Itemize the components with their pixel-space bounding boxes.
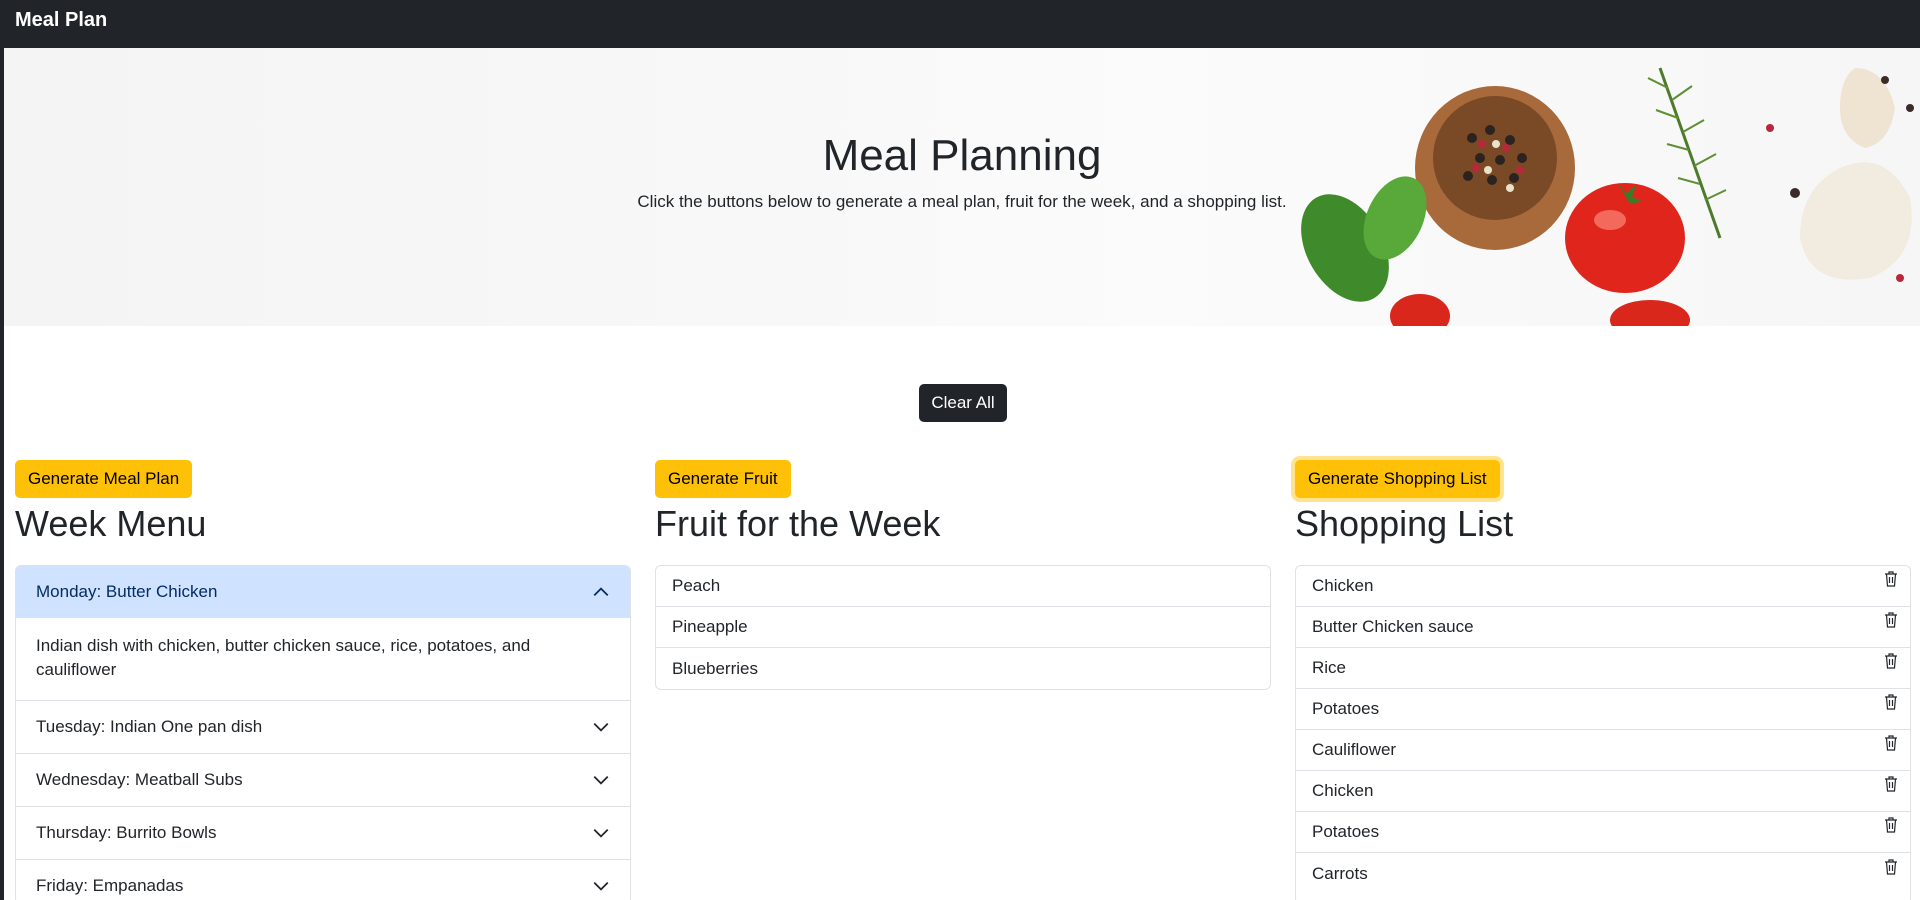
- accordion-item-friday: Friday: Empanadas: [16, 860, 630, 900]
- navbar-brand[interactable]: Meal Plan: [15, 9, 107, 32]
- accordion-header-friday[interactable]: Friday: Empanadas: [16, 860, 630, 900]
- navbar: Meal Plan: [0, 0, 1920, 48]
- trash-icon[interactable]: [1884, 612, 1898, 628]
- shopping-item-label: Chicken: [1312, 576, 1374, 595]
- list-item: Potatoes: [1296, 689, 1910, 730]
- fruit-item-label: Peach: [672, 576, 721, 595]
- list-item: Pineapple: [656, 607, 1270, 648]
- trash-icon[interactable]: [1884, 776, 1898, 792]
- trash-icon[interactable]: [1884, 694, 1898, 710]
- accordion-header-tuesday[interactable]: Tuesday: Indian One pan dish: [16, 701, 630, 753]
- accordion-header-thursday[interactable]: Thursday: Burrito Bowls: [16, 807, 630, 859]
- accordion-label: Thursday: Burrito Bowls: [36, 823, 217, 842]
- list-item: Cauliflower: [1296, 730, 1910, 771]
- chevron-up-icon: [593, 587, 609, 597]
- shopping-item-label: Butter Chicken sauce: [1312, 617, 1474, 636]
- page-subtitle: Click the buttons below to generate a me…: [637, 192, 1287, 211]
- generate-fruit-button[interactable]: Generate Fruit: [655, 460, 791, 498]
- accordion-item-wednesday: Wednesday: Meatball Subs: [16, 754, 630, 807]
- fruit-item-label: Pineapple: [672, 617, 748, 636]
- shopping-item-label: Potatoes: [1312, 822, 1380, 841]
- accordion-label: Tuesday: Indian One pan dish: [36, 717, 263, 736]
- shopping-item-label: Chicken: [1312, 781, 1374, 800]
- accordion-item-thursday: Thursday: Burrito Bowls: [16, 807, 630, 860]
- clear-all-button[interactable]: Clear All: [919, 384, 1007, 422]
- week-menu-title: Week Menu: [15, 503, 207, 544]
- accordion-label: Monday: Butter Chicken: [36, 582, 218, 601]
- chevron-down-icon: [593, 828, 609, 838]
- accordion-label: Friday: Empanadas: [36, 876, 184, 895]
- list-item: Chicken: [1296, 771, 1910, 812]
- list-item: Chicken: [1296, 566, 1910, 607]
- list-item: Potatoes: [1296, 812, 1910, 853]
- hero-food-image: [1301, 67, 1914, 326]
- generate-meal-plan-button[interactable]: Generate Meal Plan: [15, 460, 193, 498]
- week-menu-accordion: Monday: Butter Chicken Indian dish with …: [15, 565, 631, 900]
- fruit-title: Fruit for the Week: [655, 503, 941, 544]
- chevron-down-icon: [593, 722, 609, 732]
- list-item: Peach: [656, 566, 1270, 607]
- shopping-list: Chicken Butter Chicken sauce Rice Potato…: [1295, 565, 1911, 900]
- shopping-item-label: Cauliflower: [1312, 740, 1397, 759]
- shopping-list-title: Shopping List: [1295, 503, 1514, 544]
- trash-icon[interactable]: [1884, 858, 1898, 875]
- page-title: Meal Planning: [822, 131, 1102, 180]
- trash-icon[interactable]: [1884, 735, 1898, 751]
- trash-icon[interactable]: [1884, 817, 1898, 833]
- trash-icon[interactable]: [1884, 653, 1898, 669]
- shopping-item-label: Carrots: [1312, 863, 1368, 883]
- fruit-list: Peach Pineapple Blueberries: [655, 565, 1271, 690]
- accordion-item-tuesday: Tuesday: Indian One pan dish: [16, 701, 630, 754]
- shopping-item-label: Rice: [1312, 658, 1347, 677]
- fruit-item-label: Blueberries: [672, 658, 758, 678]
- chevron-down-icon: [593, 775, 609, 785]
- accordion-header-monday[interactable]: Monday: Butter Chicken: [16, 566, 630, 618]
- list-item: Blueberries: [656, 648, 1270, 689]
- chevron-down-icon: [593, 881, 609, 891]
- list-item: Rice: [1296, 648, 1910, 689]
- shopping-item-label: Potatoes: [1312, 699, 1380, 718]
- list-item: Carrots: [1296, 853, 1910, 894]
- accordion-header-wednesday[interactable]: Wednesday: Meatball Subs: [16, 754, 630, 806]
- generate-shopping-list-button[interactable]: Generate Shopping List: [1295, 460, 1500, 498]
- list-item: Butter Chicken sauce: [1296, 607, 1910, 648]
- hero-banner: Meal Planning Click the buttons below to…: [4, 48, 1920, 326]
- accordion-item-monday: Monday: Butter Chicken Indian dish with …: [16, 566, 630, 701]
- accordion-body-monday: Indian dish with chicken, butter chicken…: [36, 636, 531, 679]
- trash-icon[interactable]: [1884, 571, 1898, 587]
- accordion-label: Wednesday: Meatball Subs: [36, 770, 243, 789]
